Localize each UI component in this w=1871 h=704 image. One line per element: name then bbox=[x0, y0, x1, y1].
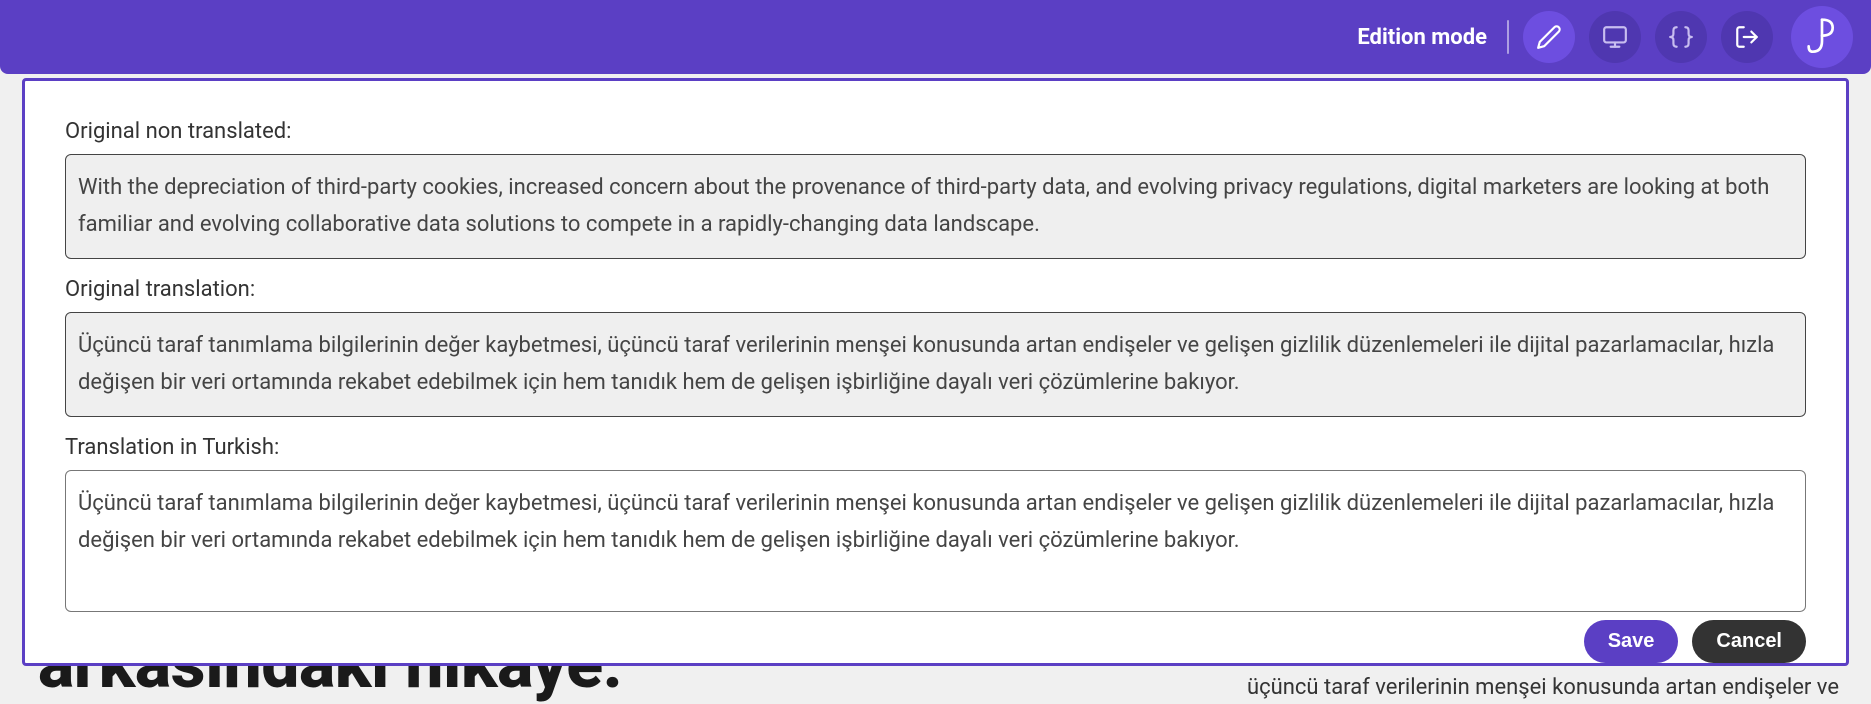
label-original-translation: Original translation: bbox=[65, 277, 1806, 302]
save-button[interactable]: Save bbox=[1584, 620, 1679, 663]
toolbar-separator bbox=[1507, 20, 1509, 54]
pencil-icon bbox=[1536, 24, 1562, 50]
exit-icon bbox=[1734, 24, 1760, 50]
code-mode-button[interactable] bbox=[1655, 11, 1707, 63]
translation-modal: Original non translated: With the deprec… bbox=[22, 78, 1849, 666]
cancel-button[interactable]: Cancel bbox=[1692, 620, 1806, 663]
field-translation-turkish[interactable] bbox=[65, 470, 1806, 612]
braces-icon bbox=[1668, 24, 1694, 50]
field-original-non-translated: With the depreciation of third-party coo… bbox=[65, 154, 1806, 259]
label-original-non-translated: Original non translated: bbox=[65, 119, 1806, 144]
monitor-icon bbox=[1602, 24, 1628, 50]
exit-button[interactable] bbox=[1721, 11, 1773, 63]
label-translation-turkish: Translation in Turkish: bbox=[65, 435, 1806, 460]
modal-actions: Save Cancel bbox=[25, 612, 1846, 663]
edit-mode-button[interactable] bbox=[1523, 11, 1575, 63]
mode-label: Edition mode bbox=[1357, 25, 1487, 50]
brand-button[interactable] bbox=[1791, 6, 1853, 68]
brand-icon bbox=[1805, 17, 1839, 57]
preview-mode-button[interactable] bbox=[1589, 11, 1641, 63]
modal-body[interactable]: Original non translated: With the deprec… bbox=[25, 81, 1846, 612]
top-toolbar: Edition mode bbox=[0, 0, 1871, 74]
background-snippet: üçüncü taraf verilerinin menşei konusund… bbox=[1247, 675, 1839, 700]
field-original-translation: Üçüncü taraf tanımlama bilgilerinin değe… bbox=[65, 312, 1806, 417]
